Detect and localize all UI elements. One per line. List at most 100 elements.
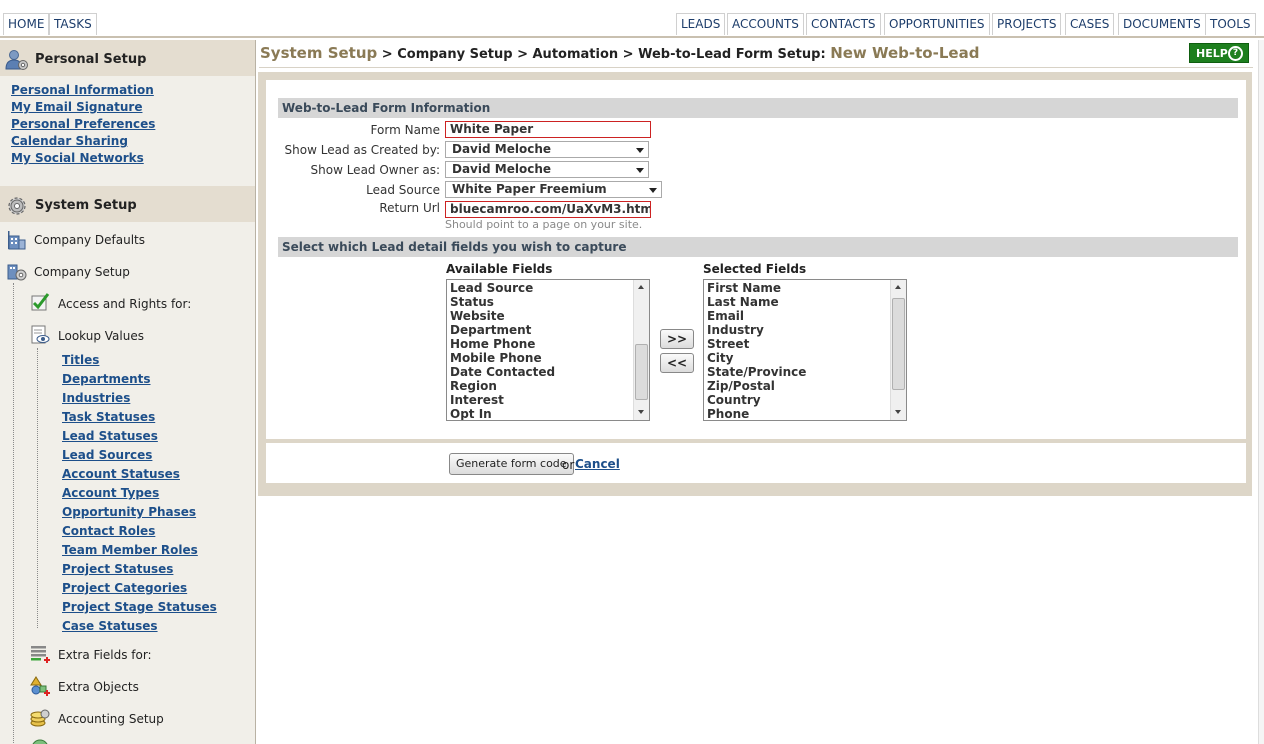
- available-field-option[interactable]: Interest: [447, 393, 555, 407]
- scroll-thumb[interactable]: [892, 298, 905, 390]
- tab-accounts[interactable]: ACCOUNTS: [727, 13, 804, 35]
- lead-source-select[interactable]: White Paper Freemium: [445, 181, 662, 198]
- breadcrumb-web-to-lead-setup: Web-to-Lead Form Setup:: [638, 47, 826, 62]
- link-my-social-networks[interactable]: My Social Networks: [11, 151, 144, 165]
- tab-opportunities[interactable]: OPPORTUNITIES: [884, 13, 990, 35]
- sidebar-extra-objects[interactable]: Extra Objects: [58, 680, 139, 694]
- breadcrumb-sep: >: [512, 47, 533, 62]
- available-field-option[interactable]: Website: [447, 309, 555, 323]
- link-case-statuses[interactable]: Case Statuses: [62, 619, 158, 633]
- link-my-email-signature[interactable]: My Email Signature: [11, 100, 142, 114]
- scroll-up-icon: [895, 285, 901, 289]
- available-field-option[interactable]: Date Contacted: [447, 365, 555, 379]
- breadcrumb: System Setup > Company Setup > Automatio…: [260, 44, 979, 62]
- sidebar-company-setup[interactable]: Company Setup: [34, 265, 130, 279]
- page-title: New Web-to-Lead: [830, 44, 980, 62]
- selected-field-option[interactable]: Street: [704, 337, 806, 351]
- return-url-field[interactable]: bluecamroo.com/UaXvM3.htm: [445, 201, 651, 218]
- selected-field-option[interactable]: Last Name: [704, 295, 806, 309]
- selected-field-option[interactable]: Email: [704, 309, 806, 323]
- page-scrollbar[interactable]: [1258, 40, 1264, 744]
- created-by-label: Show Lead as Created by:: [284, 143, 440, 157]
- selected-field-option[interactable]: Industry: [704, 323, 806, 337]
- available-field-option[interactable]: Lead Source: [447, 281, 555, 295]
- shapes-add-icon: [30, 676, 50, 696]
- help-button[interactable]: HELP ?: [1189, 43, 1249, 63]
- help-question-icon: ?: [1228, 46, 1243, 61]
- available-field-option[interactable]: Mobile Phone: [447, 351, 555, 365]
- chevron-down-icon: [636, 148, 644, 153]
- available-fields-list[interactable]: Lead Source Status Website Department Home P…: [446, 279, 650, 421]
- sidebar-company-defaults[interactable]: Company Defaults: [34, 233, 145, 247]
- remove-field-button[interactable]: <<: [660, 353, 694, 373]
- link-project-stage-statuses[interactable]: Project Stage Statuses: [62, 600, 217, 614]
- tab-tools[interactable]: TOOLS: [1205, 13, 1256, 35]
- link-project-categories[interactable]: Project Categories: [62, 581, 187, 595]
- selected-field-option[interactable]: Country: [704, 393, 806, 407]
- selected-field-option[interactable]: Phone: [704, 407, 806, 420]
- generate-form-code-button[interactable]: Generate form code: [449, 453, 574, 475]
- link-lead-sources[interactable]: Lead Sources: [62, 448, 152, 462]
- personal-setup-header[interactable]: Personal Setup: [0, 40, 255, 76]
- selected-field-option[interactable]: First Name: [704, 281, 806, 295]
- breadcrumb-system-setup[interactable]: System Setup: [260, 44, 377, 62]
- tab-projects[interactable]: PROJECTS: [992, 13, 1062, 35]
- selected-field-option[interactable]: City: [704, 351, 806, 365]
- selected-fields-items: First Name Last Name Email Industry Street Ci…: [704, 281, 806, 420]
- link-titles[interactable]: Titles: [62, 353, 99, 367]
- selected-field-option[interactable]: State/Province: [704, 365, 806, 379]
- link-account-statuses[interactable]: Account Statuses: [62, 467, 180, 481]
- gear-icon: [8, 197, 26, 215]
- building-icon: [8, 231, 26, 250]
- cancel-link[interactable]: Cancel: [575, 457, 620, 471]
- available-field-option[interactable]: Region: [447, 379, 555, 393]
- selected-fields-list[interactable]: First Name Last Name Email Industry Street Ci…: [703, 279, 907, 421]
- available-field-option[interactable]: Status: [447, 295, 555, 309]
- available-field-option[interactable]: Department: [447, 323, 555, 337]
- form-name-field[interactable]: White Paper: [445, 121, 651, 138]
- available-field-option[interactable]: Home Phone: [447, 337, 555, 351]
- breadcrumb-sep: >: [618, 47, 639, 62]
- personal-setup-title: Personal Setup: [35, 52, 147, 67]
- link-departments[interactable]: Departments: [62, 372, 151, 386]
- sidebar-extra-fields[interactable]: Extra Fields for:: [58, 648, 152, 662]
- selected-field-option[interactable]: Zip/Postal: [704, 379, 806, 393]
- list-add-icon: [31, 646, 50, 663]
- tab-tasks[interactable]: TASKS: [49, 13, 97, 35]
- available-scrollbar[interactable]: [633, 280, 649, 420]
- circle-icon: [32, 739, 48, 744]
- tab-home[interactable]: HOME: [3, 13, 50, 35]
- system-setup-header[interactable]: System Setup: [0, 186, 255, 222]
- link-calendar-sharing[interactable]: Calendar Sharing: [11, 134, 128, 148]
- section-form-information: Web-to-Lead Form Information: [278, 98, 1238, 118]
- tree-line-lookup: [37, 348, 38, 628]
- link-team-member-roles[interactable]: Team Member Roles: [62, 543, 198, 557]
- sidebar-lookup-values[interactable]: Lookup Values: [58, 329, 144, 343]
- chevron-down-icon: [649, 188, 657, 193]
- link-personal-preferences[interactable]: Personal Preferences: [11, 117, 155, 131]
- link-contact-roles[interactable]: Contact Roles: [62, 524, 155, 538]
- link-task-statuses[interactable]: Task Statuses: [62, 410, 155, 424]
- tab-leads[interactable]: LEADS: [676, 13, 726, 35]
- scroll-thumb[interactable]: [635, 344, 648, 400]
- sidebar-access-rights[interactable]: Access and Rights for:: [58, 297, 191, 311]
- breadcrumb-automation[interactable]: Automation: [533, 47, 619, 62]
- selected-scrollbar[interactable]: [890, 280, 906, 420]
- link-opportunity-phases[interactable]: Opportunity Phases: [62, 505, 196, 519]
- coins-gear-icon: [30, 709, 50, 727]
- add-field-button[interactable]: >>: [660, 329, 694, 349]
- created-by-select[interactable]: David Meloche: [445, 141, 649, 158]
- lead-owner-select[interactable]: David Meloche: [445, 161, 649, 178]
- available-field-option[interactable]: Opt In: [447, 407, 555, 420]
- link-account-types[interactable]: Account Types: [62, 486, 159, 500]
- scroll-down-icon: [638, 410, 644, 414]
- tab-documents[interactable]: DOCUMENTS: [1118, 13, 1206, 35]
- link-project-statuses[interactable]: Project Statuses: [62, 562, 173, 576]
- tab-contacts[interactable]: CONTACTS: [806, 13, 881, 35]
- tab-cases[interactable]: CASES: [1065, 13, 1115, 35]
- sidebar-accounting-setup[interactable]: Accounting Setup: [58, 712, 164, 726]
- link-lead-statuses[interactable]: Lead Statuses: [62, 429, 158, 443]
- link-personal-information[interactable]: Personal Information: [11, 83, 154, 97]
- breadcrumb-company-setup[interactable]: Company Setup: [397, 47, 512, 62]
- link-industries[interactable]: Industries: [62, 391, 130, 405]
